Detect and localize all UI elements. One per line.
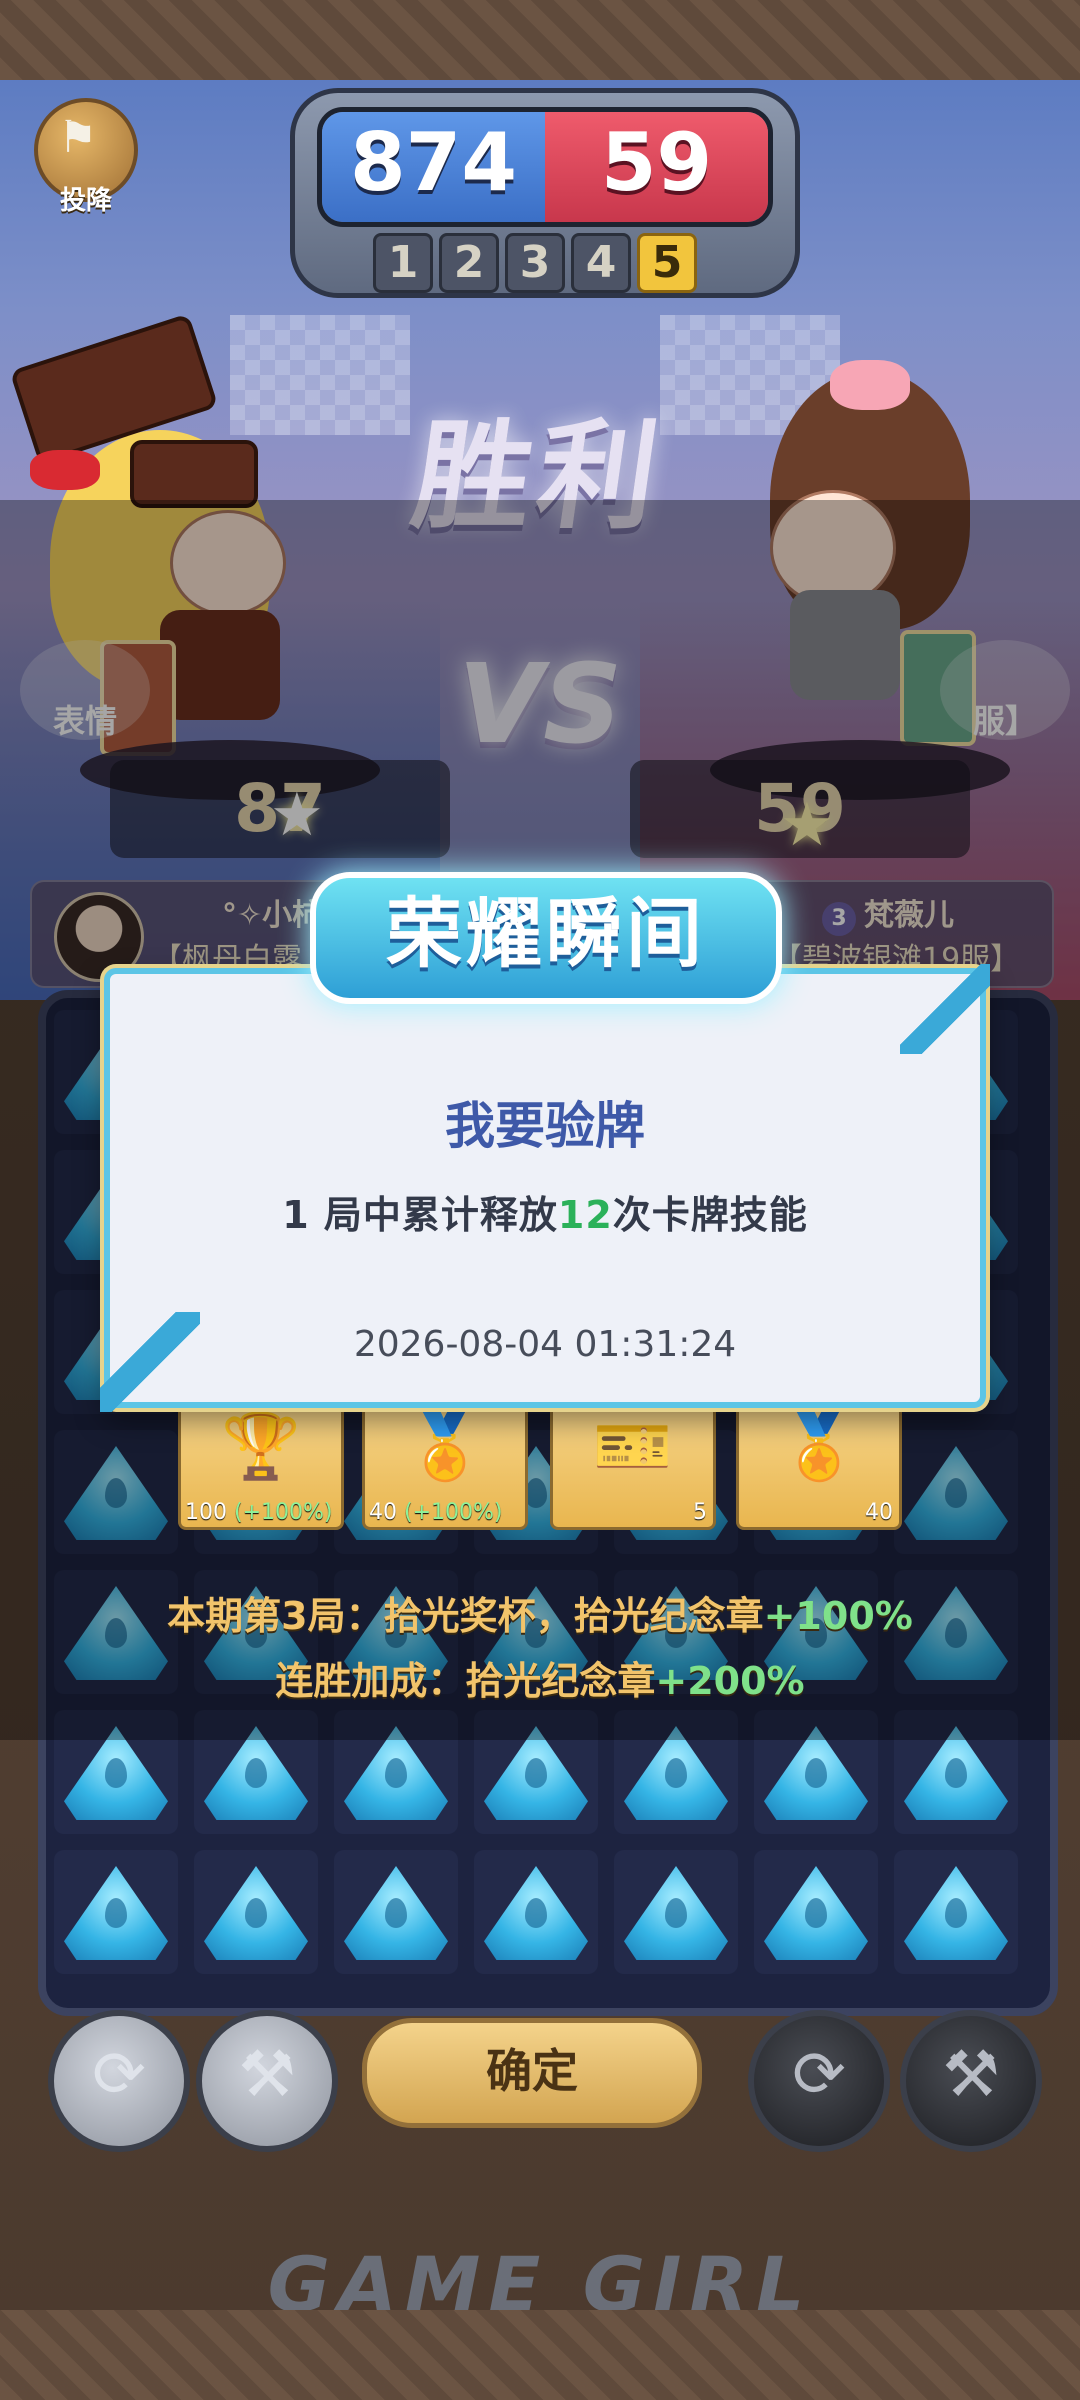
round-1: 1 bbox=[373, 233, 433, 293]
droplet-icon bbox=[385, 1758, 407, 1788]
surrender-button[interactable]: ⚑ 投降 bbox=[34, 98, 138, 216]
pink-bow bbox=[830, 360, 910, 410]
small-hat bbox=[130, 440, 258, 508]
refresh-icon: ⟳ bbox=[792, 2038, 846, 2112]
opponent-hammer-button: ⚒ bbox=[900, 2010, 1042, 2152]
achievement-timestamp: 2026-08-04 01:31:24 bbox=[353, 1324, 737, 1365]
ticket-icon: 🎫 bbox=[593, 1410, 673, 1484]
honor-moment-title: 荣耀瞬间 bbox=[310, 872, 782, 1004]
droplet-icon bbox=[385, 1898, 407, 1928]
droplet-icon bbox=[805, 1758, 827, 1788]
round-4: 4 bbox=[571, 233, 631, 293]
bonus-line-1: 本期第3局：拾光奖杯，拾光纪念章+100% bbox=[167, 1594, 913, 1638]
bottom-border bbox=[0, 2310, 1080, 2400]
board-cell[interactable] bbox=[754, 1850, 878, 1974]
hammer-button[interactable]: ⚒ bbox=[196, 2010, 338, 2152]
droplet-icon bbox=[665, 1758, 687, 1788]
droplet-icon bbox=[805, 1898, 827, 1928]
board-cell[interactable] bbox=[474, 1850, 598, 1974]
medal-icon: 🏅 bbox=[405, 1410, 485, 1484]
achievement-card[interactable]: 我要验牌 1 局中累计释放12次卡牌技能 2026-08-04 01:31:24 bbox=[100, 964, 990, 1412]
hammer-icon: ⚒ bbox=[942, 2038, 1000, 2112]
reward-ticket: 🎫 5 bbox=[550, 1400, 716, 1530]
board-cell[interactable] bbox=[334, 1850, 458, 1974]
board-cell[interactable] bbox=[194, 1850, 318, 1974]
droplet-icon bbox=[105, 1898, 127, 1928]
droplet-icon bbox=[945, 1898, 967, 1928]
droplet-icon bbox=[665, 1898, 687, 1928]
reward-count: 40 bbox=[865, 1500, 893, 1525]
game-screen: ⚑ 投降 874 59 1 2 3 4 5 胜利 表情 服】 VS 87 59 … bbox=[0, 0, 1080, 2400]
hammer-icon: ⚒ bbox=[238, 2038, 296, 2112]
droplet-icon bbox=[525, 1758, 547, 1788]
confirm-button[interactable]: 确定 bbox=[362, 2018, 702, 2128]
board-cell[interactable] bbox=[894, 1850, 1018, 1974]
swap-button[interactable]: ⟳ bbox=[48, 2010, 190, 2152]
reward-value: 40 (+100%) bbox=[369, 1500, 503, 1525]
trophy-icon: 🏆 bbox=[221, 1410, 301, 1484]
reward-value: 100 (+100%) bbox=[185, 1500, 333, 1525]
ribbon-decoration bbox=[900, 964, 990, 1054]
droplet-icon bbox=[525, 1898, 547, 1928]
droplet-icon bbox=[245, 1898, 267, 1928]
blue-score: 874 bbox=[350, 116, 517, 209]
bonus-line-2: 连胜加成：拾光纪念章+200% bbox=[275, 1659, 805, 1703]
scoreboard: 874 59 1 2 3 4 5 bbox=[290, 88, 800, 298]
round-indicator: 1 2 3 4 5 bbox=[373, 233, 697, 293]
achievement-description: 1 局中累计释放12次卡牌技能 bbox=[282, 1193, 808, 1237]
medal-icon: 🏅 bbox=[779, 1410, 859, 1484]
round-2: 2 bbox=[439, 233, 499, 293]
red-bow bbox=[30, 450, 100, 490]
achievement-title: 我要验牌 bbox=[445, 1097, 645, 1155]
flag-icon: ⚑ bbox=[58, 112, 98, 163]
board-cell[interactable] bbox=[54, 1850, 178, 1974]
droplet-icon bbox=[105, 1758, 127, 1788]
round-3: 3 bbox=[505, 233, 565, 293]
board-cell[interactable] bbox=[614, 1850, 738, 1974]
top-border bbox=[0, 0, 1080, 80]
reward-medal: 🏅 40 (+100%) bbox=[362, 1400, 528, 1530]
droplet-icon bbox=[945, 1758, 967, 1788]
opponent-swap-button: ⟳ bbox=[748, 2010, 890, 2152]
reward-count: 5 bbox=[693, 1500, 707, 1525]
droplet-icon bbox=[245, 1758, 267, 1788]
surrender-label: 投降 bbox=[59, 186, 112, 216]
reward-medal-2: 🏅 40 bbox=[736, 1400, 902, 1530]
score-box: 874 59 bbox=[317, 107, 773, 227]
red-score: 59 bbox=[600, 116, 713, 209]
round-5-active: 5 bbox=[637, 233, 697, 293]
reward-trophy: 🏆 100 (+100%) bbox=[178, 1400, 344, 1530]
refresh-icon: ⟳ bbox=[92, 2038, 146, 2112]
